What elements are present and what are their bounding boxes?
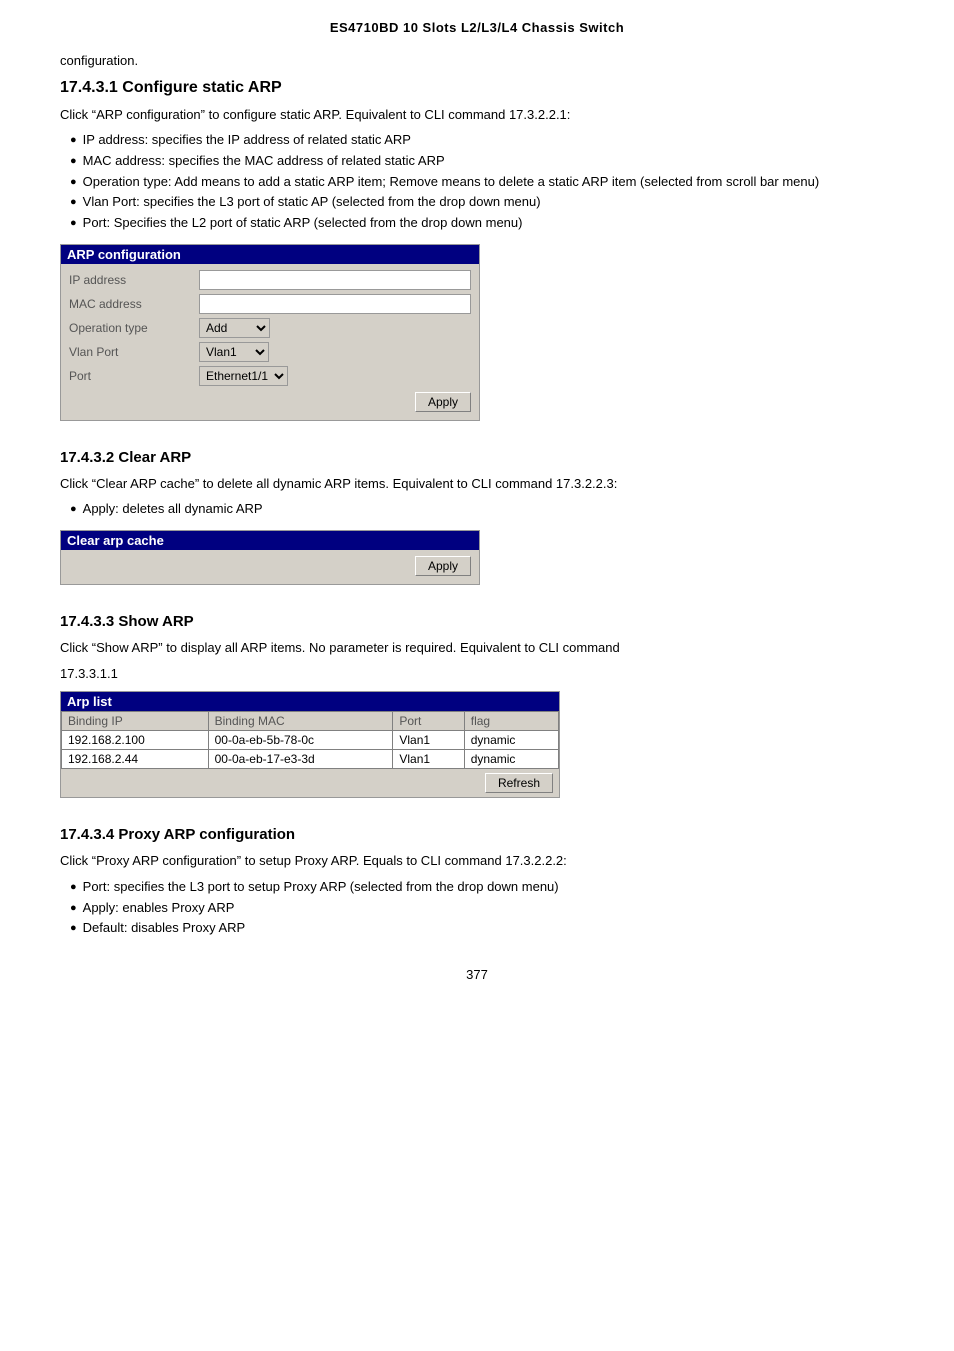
table-row: 192.168.2.100 00-0a-eb-5b-78-0c Vlan1 dy… [62, 731, 559, 750]
clear-arp-title: Clear arp cache [61, 531, 479, 550]
port-select[interactable]: Ethernet1/1 [199, 366, 288, 386]
arp-config-apply-button[interactable]: Apply [415, 392, 471, 412]
section1-intro: Click “ARP configuration” to configure s… [60, 105, 894, 125]
row2-flag: dynamic [464, 750, 558, 769]
port-label: Port [69, 369, 199, 383]
arp-config-title: ARP configuration [61, 245, 479, 264]
mac-address-label: MAC address [69, 297, 199, 311]
bullet-apply-enables: Apply: enables Proxy ARP [70, 898, 894, 919]
arp-config-widget: ARP configuration IP address MAC address… [60, 244, 480, 421]
page-number: 377 [60, 967, 894, 982]
bullet-mac: MAC address: specifies the MAC address o… [70, 151, 894, 172]
intro-text: configuration. [60, 51, 894, 71]
port-row: Port Ethernet1/1 [69, 366, 471, 386]
arp-list-title: Arp list [61, 692, 559, 711]
clear-arp-widget: Clear arp cache Apply [60, 530, 480, 585]
mac-address-row: MAC address [69, 294, 471, 314]
table-row: 192.168.2.44 00-0a-eb-17-e3-3d Vlan1 dyn… [62, 750, 559, 769]
page-header: ES4710BD 10 Slots L2/L3/L4 Chassis Switc… [60, 20, 894, 35]
arp-list-widget: Arp list Binding IP Binding MAC Port fla… [60, 691, 560, 798]
row1-port: Vlan1 [393, 731, 464, 750]
section2-heading: 17.4.3.2 Clear ARP [60, 449, 894, 466]
section-show-arp: 17.4.3.3 Show ARP Click “Show ARP” to di… [60, 613, 894, 798]
arp-config-apply-row: Apply [69, 392, 471, 412]
vlan-port-label: Vlan Port [69, 345, 199, 359]
row2-mac: 00-0a-eb-17-e3-3d [208, 750, 393, 769]
section1-heading: 17.4.3.1 Configure static ARP [60, 79, 894, 97]
bullet-operation: Operation type: Add means to add a stati… [70, 172, 894, 193]
section-clear-arp: 17.4.3.2 Clear ARP Click “Clear ARP cach… [60, 449, 894, 585]
vlan-port-row: Vlan Port Vlan1 [69, 342, 471, 362]
operation-type-row: Operation type Add Remove [69, 318, 471, 338]
section3-cli-cmd: 17.3.3.1.1 [60, 664, 894, 684]
row1-mac: 00-0a-eb-5b-78-0c [208, 731, 393, 750]
ip-address-input[interactable] [199, 270, 471, 290]
arp-config-body: IP address MAC address Operation type Ad… [61, 264, 479, 420]
section-configure-static-arp: 17.4.3.1 Configure static ARP Click “ARP… [60, 79, 894, 421]
clear-arp-body: Apply [61, 550, 479, 584]
col-binding-ip: Binding IP [62, 712, 209, 731]
bullet-apply-deletes: Apply: deletes all dynamic ARP [70, 499, 894, 520]
clear-arp-apply-button[interactable]: Apply [415, 556, 471, 576]
ip-address-label: IP address [69, 273, 199, 287]
section2-intro: Click “Clear ARP cache” to delete all dy… [60, 474, 894, 494]
section-proxy-arp: 17.4.3.4 Proxy ARP configuration Click “… [60, 826, 894, 939]
row1-flag: dynamic [464, 731, 558, 750]
section2-bullets: Apply: deletes all dynamic ARP [70, 499, 894, 520]
section1-bullets: IP address: specifies the IP address of … [70, 130, 894, 234]
col-flag: flag [464, 712, 558, 731]
mac-address-input[interactable] [199, 294, 471, 314]
arp-table: Binding IP Binding MAC Port flag 192.168… [61, 711, 559, 769]
bullet-default-disables: Default: disables Proxy ARP [70, 918, 894, 939]
section4-bullets: Port: specifies the L3 port to setup Pro… [70, 877, 894, 939]
bullet-vlan: Vlan Port: specifies the L3 port of stat… [70, 192, 894, 213]
operation-type-select[interactable]: Add Remove [199, 318, 270, 338]
section3-intro: Click “Show ARP” to display all ARP item… [60, 638, 894, 658]
bullet-ip: IP address: specifies the IP address of … [70, 130, 894, 151]
row2-ip: 192.168.2.44 [62, 750, 209, 769]
refresh-button[interactable]: Refresh [485, 773, 553, 793]
section4-intro: Click “Proxy ARP configuration” to setup… [60, 851, 894, 871]
arp-table-header-row: Binding IP Binding MAC Port flag [62, 712, 559, 731]
row2-port: Vlan1 [393, 750, 464, 769]
operation-type-label: Operation type [69, 321, 199, 335]
arp-table-footer: Refresh [61, 769, 559, 797]
col-binding-mac: Binding MAC [208, 712, 393, 731]
bullet-port: Port: Specifies the L2 port of static AR… [70, 213, 894, 234]
ip-address-row: IP address [69, 270, 471, 290]
col-port: Port [393, 712, 464, 731]
row1-ip: 192.168.2.100 [62, 731, 209, 750]
vlan-port-select[interactable]: Vlan1 [199, 342, 269, 362]
bullet-port-l3: Port: specifies the L3 port to setup Pro… [70, 877, 894, 898]
section4-heading: 17.4.3.4 Proxy ARP configuration [60, 826, 894, 843]
section3-heading: 17.4.3.3 Show ARP [60, 613, 894, 630]
